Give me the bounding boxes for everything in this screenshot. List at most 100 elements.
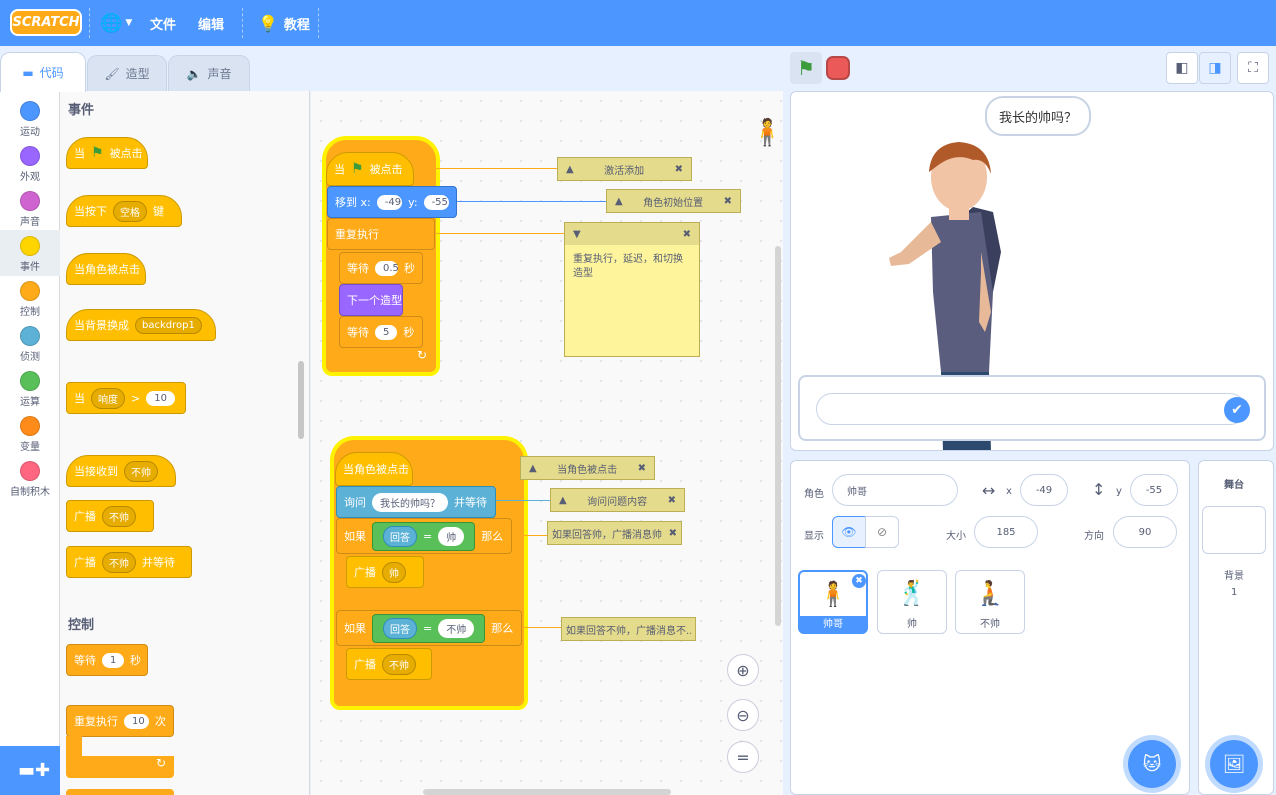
- add-sprite-button[interactable]: 🐱: [1128, 740, 1176, 788]
- large-stage-button[interactable]: ◨: [1199, 52, 1231, 84]
- close-icon[interactable]: ✖: [675, 164, 683, 175]
- show-button[interactable]: 👁: [832, 516, 866, 548]
- category-1[interactable]: 外观: [0, 140, 60, 186]
- delete-sprite-icon[interactable]: ✖: [852, 574, 866, 588]
- comment-collapsed[interactable]: ▲ 询问问题内容 ✖: [550, 488, 685, 512]
- compare-input[interactable]: 不帅: [438, 618, 475, 638]
- x-input[interactable]: -49: [376, 194, 403, 210]
- close-icon[interactable]: ✖: [669, 528, 677, 539]
- message-dropdown[interactable]: 不帅: [124, 460, 158, 482]
- comment-text[interactable]: 重复执行，延迟，和切换造型: [565, 245, 699, 289]
- x-input[interactable]: -49: [1020, 474, 1068, 506]
- comment-expanded[interactable]: ▼ ✖ 重复执行，延迟，和切换造型: [564, 222, 700, 357]
- category-6[interactable]: 运算: [0, 365, 60, 411]
- submit-answer-button[interactable]: ✔: [1224, 397, 1250, 423]
- block-wait[interactable]: 等待 1 秒: [66, 644, 148, 676]
- script2-if-2[interactable]: 如果 回答 = 不帅 那么: [336, 610, 522, 646]
- comment-collapsed[interactable]: ▲ 角色初始位置 ✖: [606, 189, 741, 213]
- block-when-sprite-clicked[interactable]: 当角色被点击: [66, 253, 146, 285]
- close-icon[interactable]: ✖: [638, 463, 646, 474]
- block-repeat[interactable]: 重复执行 10 次: [66, 705, 174, 737]
- zoom-in-button[interactable]: ⊕: [727, 654, 759, 686]
- script1-when-flag[interactable]: 当 ⚑ 被点击: [326, 152, 414, 186]
- expand-icon[interactable]: ▲: [566, 164, 574, 175]
- tutorials-menu[interactable]: 💡 教程: [258, 0, 310, 46]
- expand-icon[interactable]: ▲: [529, 463, 537, 474]
- close-icon[interactable]: ✖: [724, 196, 732, 207]
- script2-ask-and-wait[interactable]: 询问 我长的帅吗？ 并等待: [336, 486, 496, 518]
- block-when-flag-clicked[interactable]: 当 ⚑ 被点击: [66, 137, 148, 169]
- loudness-dropdown[interactable]: 响度: [91, 387, 125, 409]
- collapse-icon[interactable]: ▼: [573, 229, 581, 240]
- size-input[interactable]: 185: [974, 516, 1038, 548]
- small-stage-button[interactable]: ◧: [1166, 52, 1198, 84]
- answer-reporter[interactable]: 回答: [383, 525, 417, 547]
- comment-collapsed[interactable]: 如果回答帅，广播消息帅 ✖: [547, 521, 682, 545]
- script1-goto-xy[interactable]: 移到 x: -49 y: -55: [327, 186, 457, 218]
- category-5[interactable]: 侦测: [0, 320, 60, 366]
- edit-menu[interactable]: 编辑: [198, 0, 224, 46]
- palette-scrollbar[interactable]: [298, 361, 304, 439]
- tab-costumes[interactable]: 🖌 造型: [87, 55, 167, 91]
- equals-operator[interactable]: 回答 = 帅: [372, 521, 476, 551]
- expand-icon[interactable]: ▲: [615, 196, 623, 207]
- key-dropdown[interactable]: 空格: [113, 200, 147, 222]
- stage[interactable]: 我长的帅吗？ ✔: [790, 91, 1274, 451]
- message-dropdown[interactable]: 不帅: [102, 505, 136, 527]
- message-dropdown[interactable]: 不帅: [382, 653, 416, 675]
- message-dropdown[interactable]: 不帅: [102, 551, 136, 573]
- script1-next-costume[interactable]: 下一个造型: [339, 284, 403, 316]
- direction-input[interactable]: 90: [1113, 516, 1177, 548]
- tab-sounds[interactable]: 🔈 声音: [168, 55, 250, 91]
- script2-when-sprite-clicked[interactable]: 当角色被点击: [335, 452, 413, 486]
- backdrop-dropdown[interactable]: backdrop1: [135, 316, 202, 334]
- language-menu[interactable]: 🌐 ▼: [100, 0, 132, 46]
- scratch-logo[interactable]: SCRATCH: [10, 9, 82, 36]
- script2-broadcast-2[interactable]: 广播 不帅: [346, 648, 432, 680]
- y-input[interactable]: -55: [423, 194, 449, 210]
- script1-wait-1[interactable]: 等待 0.5 秒: [339, 252, 423, 284]
- block-when-key-pressed[interactable]: 当按下 空格 键: [66, 195, 182, 227]
- zoom-reset-button[interactable]: =: [727, 741, 759, 773]
- sprite-thumb[interactable]: 🕺 帅: [877, 570, 947, 634]
- add-extension-button[interactable]: ▬✚: [0, 746, 60, 795]
- stop-button[interactable]: [826, 56, 850, 80]
- value-input[interactable]: 0.5: [375, 260, 399, 276]
- tab-code[interactable]: ▬ 代码: [0, 52, 86, 92]
- zoom-out-button[interactable]: ⊖: [727, 699, 759, 731]
- value-input[interactable]: 10: [146, 390, 175, 406]
- close-icon[interactable]: ✖: [668, 495, 676, 506]
- category-8[interactable]: 自制积木: [0, 455, 60, 501]
- horizontal-scrollbar[interactable]: [423, 789, 671, 795]
- category-3[interactable]: 事件: [0, 230, 60, 276]
- comment-collapsed[interactable]: ▲ 激活添加 ✖: [557, 157, 692, 181]
- value-input[interactable]: 1: [102, 652, 124, 668]
- sprite-thumb[interactable]: 🧎 不帅: [955, 570, 1025, 634]
- category-2[interactable]: 声音: [0, 185, 60, 231]
- expand-icon[interactable]: ▲: [559, 495, 567, 506]
- compare-input[interactable]: 帅: [438, 526, 465, 546]
- equals-operator[interactable]: 回答 = 不帅: [372, 613, 486, 643]
- close-icon[interactable]: ✖: [683, 229, 691, 240]
- block-when-receive[interactable]: 当接收到 不帅: [66, 455, 176, 487]
- category-4[interactable]: 控制: [0, 275, 60, 321]
- value-input[interactable]: 10: [124, 713, 149, 729]
- block-broadcast-and-wait[interactable]: 广播 不帅 并等待: [66, 546, 192, 578]
- sprite-thumb-selected[interactable]: 🧍 帅哥 ✖: [798, 570, 868, 634]
- add-backdrop-button[interactable]: 🖼: [1210, 740, 1258, 788]
- script1-forever[interactable]: 重复执行: [327, 218, 435, 250]
- green-flag-button[interactable]: ⚑: [790, 52, 822, 84]
- comment-collapsed[interactable]: 如果回答不帅，广播消息不...: [561, 617, 696, 641]
- hide-button[interactable]: ⊘: [865, 516, 899, 548]
- block-broadcast[interactable]: 广播 不帅: [66, 500, 154, 532]
- question-input[interactable]: 我长的帅吗？: [372, 492, 448, 512]
- stage-thumbnail[interactable]: [1202, 506, 1266, 554]
- value-input[interactable]: 5: [375, 324, 398, 340]
- block-when-backdrop-switches[interactable]: 当背景换成 backdrop1: [66, 309, 216, 341]
- message-dropdown[interactable]: 帅: [382, 561, 406, 583]
- vertical-scrollbar[interactable]: [775, 246, 781, 626]
- y-input[interactable]: -55: [1130, 474, 1178, 506]
- sprite-name-input[interactable]: 帅哥: [832, 474, 958, 506]
- block-when-greater-than[interactable]: 当 响度 > 10: [66, 382, 186, 414]
- answer-input[interactable]: [816, 393, 1246, 425]
